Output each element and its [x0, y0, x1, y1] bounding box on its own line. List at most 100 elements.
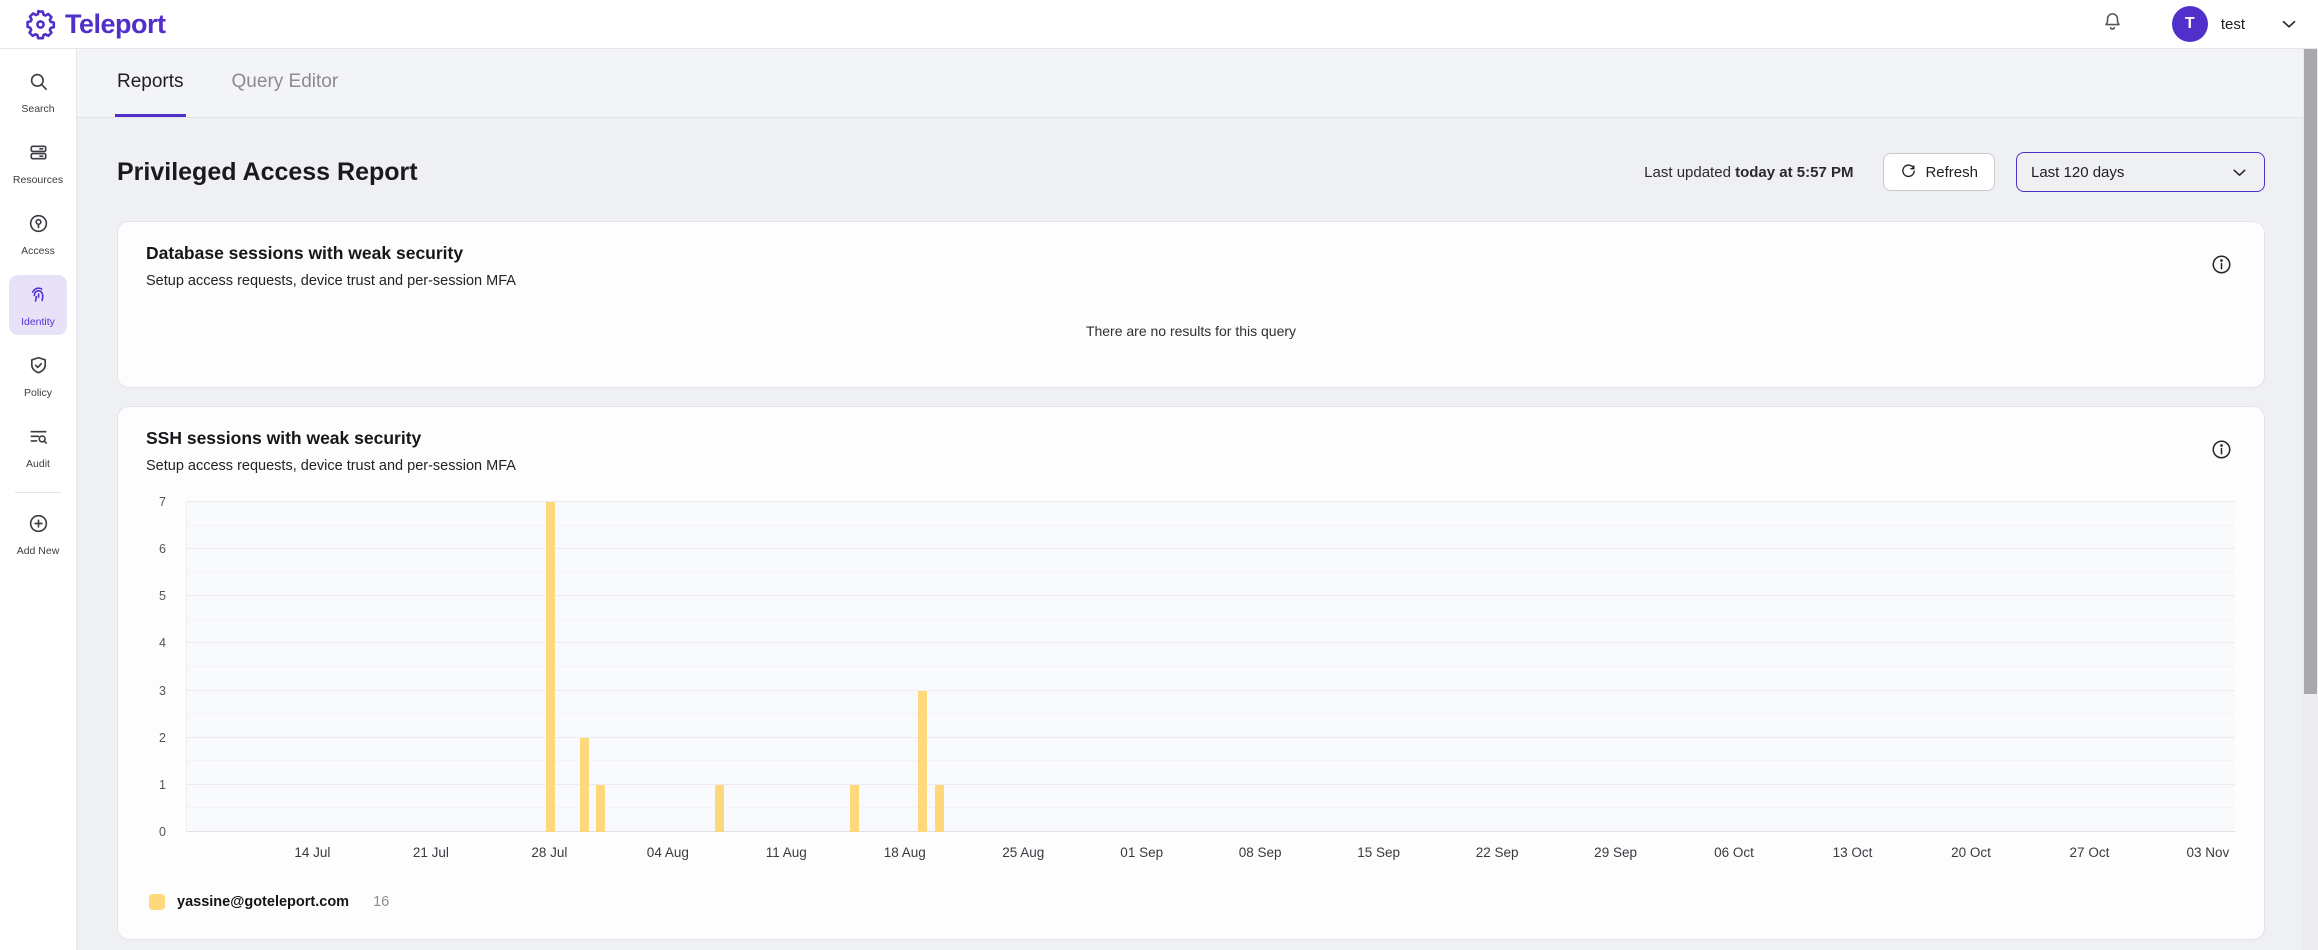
- card-ssh-sessions: SSH sessions with weak security Setup ac…: [117, 406, 2265, 940]
- card-subtitle: Setup access requests, device trust and …: [146, 273, 2236, 289]
- sidebar-item-identity[interactable]: Identity: [9, 275, 67, 335]
- card-database-sessions: Database sessions with weak security Set…: [117, 221, 2265, 388]
- user-menu-chevron-icon[interactable]: [2278, 13, 2300, 35]
- top-bar: Teleport T test: [0, 0, 2318, 49]
- tab-query-editor[interactable]: Query Editor: [230, 49, 341, 117]
- gridline: [187, 666, 2235, 667]
- x-tick-label: 29 Sep: [1594, 845, 1637, 860]
- teleport-gear-icon: [25, 9, 56, 40]
- shield-check-icon: [27, 354, 50, 382]
- y-tick-label: 1: [159, 777, 166, 793]
- keyhole-icon: [27, 212, 50, 240]
- user-avatar[interactable]: T: [2172, 6, 2208, 42]
- last-updated-text: Last updated today at 5:57 PM: [1644, 164, 1853, 181]
- legend-series-name: yassine@goteleport.com: [177, 894, 349, 910]
- x-tick-label: 18 Aug: [884, 845, 926, 860]
- date-range-select[interactable]: Last 120 days: [2016, 152, 2265, 192]
- chart-bar[interactable]: [850, 785, 859, 832]
- y-tick-label: 0: [159, 824, 166, 840]
- sidebar-label: Audit: [26, 458, 50, 470]
- gridline: [187, 690, 2235, 691]
- card-title: Database sessions with weak security: [146, 243, 2236, 264]
- sidebar-label: Policy: [24, 387, 52, 399]
- username: test: [2221, 16, 2245, 33]
- x-tick-label: 11 Aug: [766, 845, 807, 860]
- chevron-down-icon: [2229, 162, 2250, 183]
- chart-bar[interactable]: [596, 785, 605, 832]
- notifications-button[interactable]: [2096, 7, 2130, 41]
- header-controls: Last updated today at 5:57 PM Refresh: [1644, 152, 2265, 192]
- refresh-button[interactable]: Refresh: [1883, 153, 1995, 191]
- sidebar-item-add-new[interactable]: Add New: [9, 504, 67, 564]
- sidebar-item-resources[interactable]: Resources: [9, 133, 67, 193]
- search-icon: [27, 70, 50, 98]
- gridline: [187, 737, 2235, 738]
- last-updated-time: today at 5:57 PM: [1735, 164, 1853, 181]
- gridline: [187, 760, 2235, 761]
- x-tick-label: 04 Aug: [647, 845, 689, 860]
- report-header: Privileged Access Report Last updated to…: [117, 152, 2265, 192]
- y-tick-label: 5: [159, 588, 166, 604]
- x-tick-label: 15 Sep: [1357, 845, 1400, 860]
- y-tick-label: 6: [159, 541, 166, 557]
- info-icon[interactable]: [2210, 253, 2233, 276]
- sidebar-item-policy[interactable]: Policy: [9, 346, 67, 406]
- chart-bar[interactable]: [918, 691, 927, 832]
- sidebar-label: Access: [21, 245, 55, 257]
- x-tick-label: 08 Sep: [1239, 845, 1282, 860]
- x-tick-label: 22 Sep: [1476, 845, 1519, 860]
- tab-reports[interactable]: Reports: [115, 49, 186, 117]
- main-area: Reports Query Editor Privileged Access R…: [77, 49, 2303, 950]
- sidebar-label: Search: [21, 103, 54, 115]
- gridline: [187, 713, 2235, 714]
- refresh-icon: [1900, 162, 1917, 183]
- chart-bar[interactable]: [546, 502, 555, 832]
- chart-x-axis: 14 Jul21 Jul28 Jul04 Aug11 Aug18 Aug25 A…: [186, 845, 2235, 865]
- x-tick-label: 13 Oct: [1833, 845, 1873, 860]
- sidebar-label: Resources: [13, 174, 63, 186]
- x-tick-label: 14 Jul: [294, 845, 330, 860]
- x-tick-label: 06 Oct: [1714, 845, 1754, 860]
- x-tick-label: 25 Aug: [1002, 845, 1044, 860]
- fingerprint-icon: [27, 283, 50, 311]
- card-title: SSH sessions with weak security: [146, 428, 2236, 449]
- empty-results-message: There are no results for this query: [118, 323, 2264, 339]
- legend-series-count: 16: [373, 894, 389, 910]
- chart-bar[interactable]: [580, 738, 589, 832]
- x-tick-label: 03 Nov: [2187, 845, 2230, 860]
- sidebar-label: Add New: [17, 545, 60, 557]
- sidebar-item-search[interactable]: Search: [9, 62, 67, 122]
- page-title: Privileged Access Report: [117, 158, 418, 187]
- teleport-logo[interactable]: Teleport: [0, 9, 166, 40]
- x-tick-label: 01 Sep: [1120, 845, 1163, 860]
- tabs-row: Reports Query Editor: [77, 49, 2303, 118]
- gridline: [187, 548, 2235, 549]
- chart-legend-item[interactable]: yassine@goteleport.com 16: [149, 894, 389, 910]
- bell-icon: [2101, 10, 2124, 38]
- sidebar-item-audit[interactable]: Audit: [9, 417, 67, 477]
- range-select-value: Last 120 days: [2031, 164, 2124, 181]
- avatar-initial: T: [2185, 15, 2195, 33]
- y-tick-label: 7: [159, 494, 166, 510]
- report-content: Privileged Access Report Last updated to…: [77, 118, 2303, 950]
- y-tick-label: 3: [159, 683, 166, 699]
- chart-bar[interactable]: [935, 785, 944, 832]
- info-icon[interactable]: [2210, 438, 2233, 461]
- gridline: [187, 595, 2235, 596]
- sidebar-item-access[interactable]: Access: [9, 204, 67, 264]
- chart-y-axis: 01234567: [118, 502, 178, 832]
- scrollbar-thumb[interactable]: [2304, 49, 2317, 694]
- x-tick-label: 21 Jul: [413, 845, 449, 860]
- x-tick-label: 27 Oct: [2070, 845, 2110, 860]
- gridline: [187, 784, 2235, 785]
- plus-circle-icon: [27, 512, 50, 540]
- teleport-app: Teleport T test: [0, 0, 2318, 950]
- chart-bar[interactable]: [715, 785, 724, 832]
- y-tick-label: 2: [159, 730, 166, 746]
- vertical-scrollbar[interactable]: [2303, 49, 2318, 950]
- sidebar: Search Resources Access: [0, 49, 77, 950]
- y-tick-label: 4: [159, 635, 166, 651]
- gridline: [187, 831, 2235, 832]
- topbar-right: T test: [2096, 6, 2318, 42]
- legend-color-swatch: [149, 894, 165, 910]
